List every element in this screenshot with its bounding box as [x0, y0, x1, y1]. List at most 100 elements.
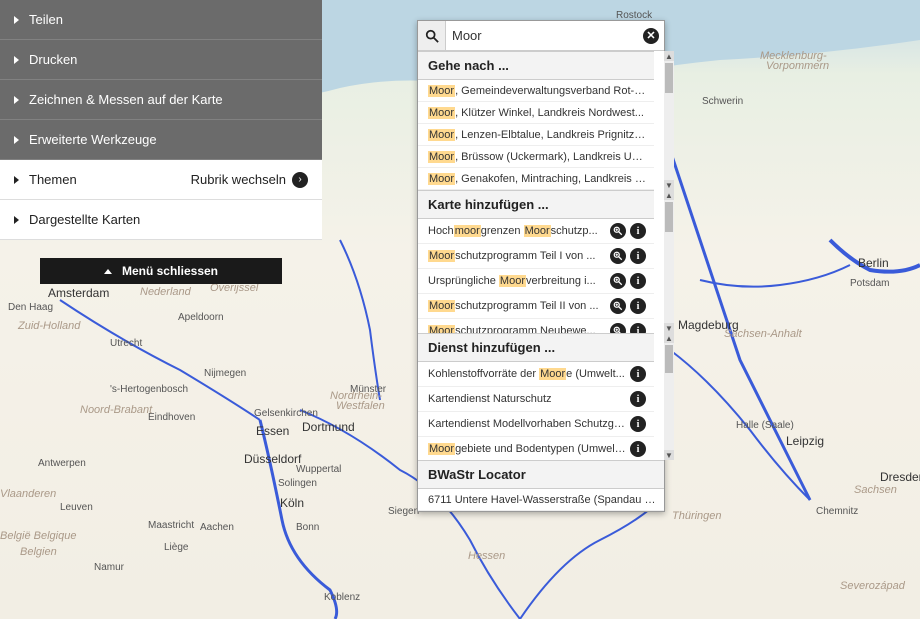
- city-label: Nijmegen: [204, 368, 246, 379]
- sidebar-item-themen[interactable]: ThemenRubrik wechseln›: [0, 160, 322, 200]
- close-icon: ✕: [643, 28, 659, 44]
- zoom-icon[interactable]: [610, 298, 626, 314]
- section-add-service: Dienst hinzufügen ... Kohlenstoffvorräte…: [418, 333, 664, 460]
- info-icon[interactable]: i: [630, 273, 646, 289]
- scroll-down-icon[interactable]: ▼: [664, 323, 674, 333]
- result-text: Moor, Klützer Winkel, Landkreis Nordwest…: [428, 107, 646, 119]
- region-label: Westfalen: [336, 400, 385, 412]
- scroll-up-icon[interactable]: ▲: [664, 190, 674, 200]
- result-text: Moorschutzprogramm Neubewe...: [428, 325, 606, 333]
- section-bwastr: BWaStr Locator 6711 Untere Havel-Wassers…: [418, 460, 664, 511]
- search-input[interactable]: [446, 21, 638, 50]
- sidebar-item-drucken[interactable]: Drucken: [0, 40, 322, 80]
- scroll-up-icon[interactable]: ▲: [664, 333, 674, 343]
- zoom-icon[interactable]: [610, 273, 626, 289]
- scrollbar[interactable]: ▲▼: [664, 51, 674, 190]
- highlight: Moor: [524, 225, 551, 237]
- close-menu-button[interactable]: Menü schliessen: [40, 258, 282, 284]
- close-menu-label: Menü schliessen: [122, 264, 218, 278]
- rubrik-label: Rubrik wechseln: [191, 172, 286, 187]
- result-row[interactable]: Hochmoorgrenzen Moorschutzp...i: [418, 219, 654, 244]
- info-icon[interactable]: i: [630, 441, 646, 457]
- result-text: Kartendienst Modellvorhaben Schutzge...: [428, 418, 626, 430]
- info-icon[interactable]: i: [630, 223, 646, 239]
- city-label: Gelsenkirchen: [254, 408, 318, 419]
- scroll-thumb[interactable]: [665, 63, 673, 93]
- region-label: Belgien: [20, 546, 57, 558]
- city-label: Düsseldorf: [244, 452, 301, 466]
- scrollbar[interactable]: ▲▼: [664, 333, 674, 460]
- section-body: Hochmoorgrenzen Moorschutzp...iMoorschut…: [418, 219, 654, 333]
- scroll-up-icon[interactable]: ▲: [664, 51, 674, 61]
- scrollbar[interactable]: ▲▼: [664, 190, 674, 333]
- result-row[interactable]: Moorschutzprogramm Neubewe... i: [418, 319, 654, 333]
- city-label: Maastricht: [148, 520, 194, 531]
- triangle-right-icon: [14, 56, 19, 64]
- info-icon[interactable]: i: [630, 323, 646, 333]
- city-label: Apeldoorn: [178, 312, 224, 323]
- region-label: Vlaanderen: [0, 488, 56, 500]
- result-text: Moor, Gemeindeverwaltungsverband Rot-T..…: [428, 85, 646, 97]
- triangle-up-icon: [104, 269, 112, 274]
- triangle-right-icon: [14, 176, 19, 184]
- result-row[interactable]: Moorschutzprogramm Teil I von ...i: [418, 244, 654, 269]
- zoom-icon[interactable]: [610, 223, 626, 239]
- search-icon: [418, 21, 446, 50]
- result-row[interactable]: Kartendienst Modellvorhaben Schutzge... i: [418, 412, 654, 437]
- scroll-down-icon[interactable]: ▼: [664, 180, 674, 190]
- region-label: Hessen: [468, 550, 505, 562]
- zoom-icon[interactable]: [610, 323, 626, 333]
- region-label: Sachsen: [854, 484, 897, 496]
- highlight: Moor: [499, 275, 526, 287]
- city-label: 's-Hertogenbosch: [110, 384, 188, 395]
- city-label: Den Haag: [8, 302, 53, 313]
- city-label: Essen: [256, 424, 289, 438]
- city-label: Wuppertal: [296, 464, 341, 475]
- city-label: Dortmund: [302, 420, 355, 434]
- clear-search-button[interactable]: ✕: [638, 21, 664, 50]
- highlight: Moor: [539, 368, 566, 380]
- result-row[interactable]: Moor, Genakofen, Mintraching, Landkreis …: [418, 168, 654, 190]
- sidebar-item-label: Zeichnen & Messen auf der Karte: [29, 92, 223, 107]
- city-label: Berlin: [858, 256, 889, 270]
- highlight: Moor: [428, 250, 455, 262]
- result-row[interactable]: Ursprüngliche Moorverbreitung i...i: [418, 269, 654, 294]
- city-label: Amsterdam: [48, 286, 109, 300]
- highlight: moor: [454, 225, 481, 237]
- region-label: Thüringen: [672, 510, 722, 522]
- result-row[interactable]: Moor, Klützer Winkel, Landkreis Nordwest…: [418, 102, 654, 124]
- info-icon[interactable]: i: [630, 298, 646, 314]
- info-icon[interactable]: i: [630, 391, 646, 407]
- result-row[interactable]: Kohlenstoffvorräte der Moore (Umwelt... i: [418, 362, 654, 387]
- zoom-icon[interactable]: [610, 248, 626, 264]
- section-body: 6711 Untere Havel-Wasserstraße (Spandau …: [418, 489, 664, 511]
- sidebar-item-karten[interactable]: Dargestellte Karten: [0, 200, 322, 240]
- info-icon[interactable]: i: [630, 416, 646, 432]
- section-header: Karte hinzufügen ...: [418, 190, 654, 219]
- result-row[interactable]: Kartendienst Naturschutzi: [418, 387, 654, 412]
- city-label: Koblenz: [324, 592, 360, 603]
- info-icon[interactable]: i: [630, 248, 646, 264]
- result-row[interactable]: Moorschutzprogramm Teil II von ... i: [418, 294, 654, 319]
- result-row[interactable]: Moor, Brüssow (Uckermark), Landkreis Uc.…: [418, 146, 654, 168]
- info-icon[interactable]: i: [630, 366, 646, 382]
- result-row[interactable]: Moorgebiete und Bodentypen (Umwelta...i: [418, 437, 654, 460]
- city-label: Solingen: [278, 478, 317, 489]
- result-text: Moorschutzprogramm Teil II von ...: [428, 300, 606, 312]
- scroll-thumb[interactable]: [665, 345, 673, 373]
- sidebar-item-teilen[interactable]: Teilen: [0, 0, 322, 40]
- highlight: Moor: [428, 129, 455, 141]
- result-row[interactable]: Moor, Gemeindeverwaltungsverband Rot-T..…: [418, 80, 654, 102]
- scroll-down-icon[interactable]: ▼: [664, 450, 674, 460]
- highlight: Moor: [428, 443, 455, 455]
- city-label: Bonn: [296, 522, 319, 533]
- sidebar-item-werkzeuge[interactable]: Erweiterte Werkzeuge: [0, 120, 322, 160]
- result-row[interactable]: 6711 Untere Havel-Wasserstraße (Spandau …: [418, 489, 664, 511]
- scroll-thumb[interactable]: [665, 202, 673, 232]
- highlight: Moor: [428, 325, 455, 333]
- result-row[interactable]: Moor, Lenzen-Elbtalue, Landkreis Prignit…: [418, 124, 654, 146]
- city-label: Siegen: [388, 506, 419, 517]
- sidebar-item-zeichnen[interactable]: Zeichnen & Messen auf der Karte: [0, 80, 322, 120]
- result-text: Kohlenstoffvorräte der Moore (Umwelt...: [428, 368, 626, 380]
- section-body: Kohlenstoffvorräte der Moore (Umwelt... i…: [418, 362, 654, 460]
